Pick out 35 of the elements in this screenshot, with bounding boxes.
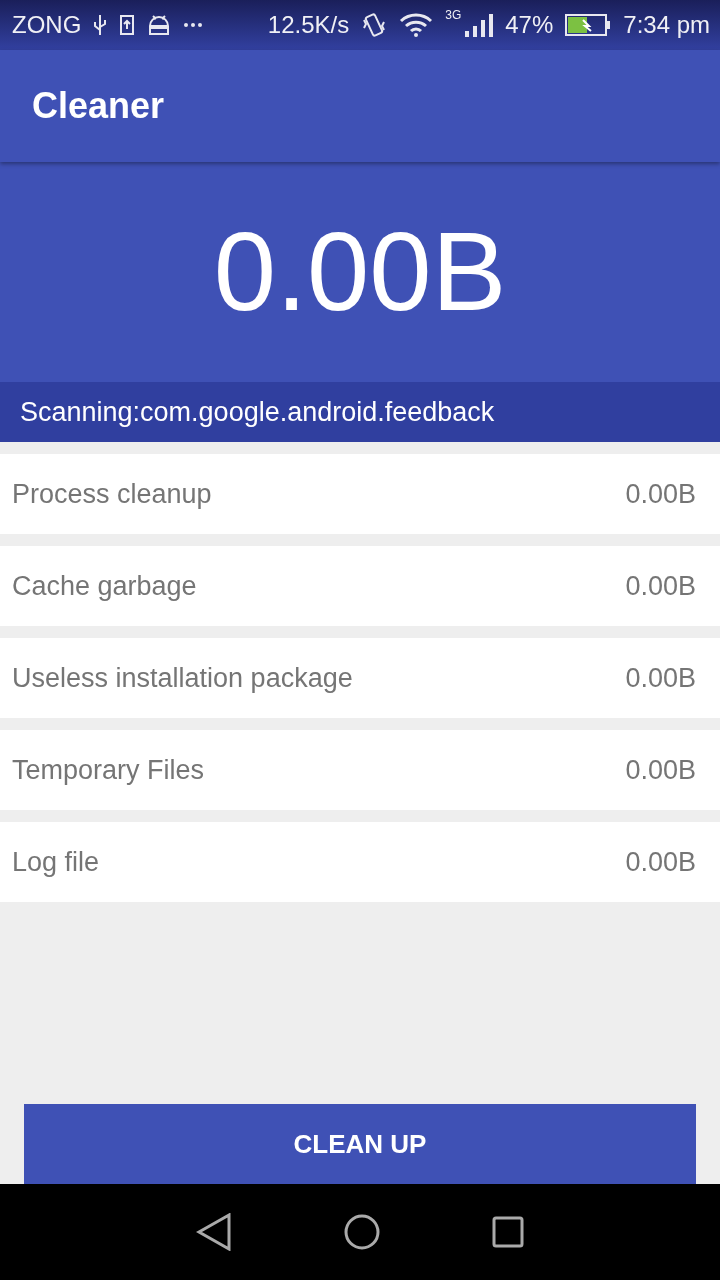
clock-time: 7:34 pm <box>623 11 710 39</box>
list-row[interactable]: Temporary Files 0.00B <box>0 730 720 810</box>
item-size: 0.00B <box>625 478 696 510</box>
list-row[interactable]: Useless installation package 0.00B <box>0 638 720 718</box>
more-icon <box>183 22 204 28</box>
item-size: 0.00B <box>625 754 696 786</box>
item-label: Useless installation package <box>12 662 353 694</box>
battery-icon <box>565 14 612 36</box>
item-label: Cache garbage <box>12 570 197 602</box>
vibrate-icon <box>361 12 388 38</box>
item-label: Log file <box>12 846 100 878</box>
network-type: 3G <box>445 8 462 22</box>
item-size: 0.00B <box>625 570 696 602</box>
list-row[interactable]: Cache garbage 0.00B <box>0 546 720 626</box>
back-icon[interactable] <box>196 1213 232 1251</box>
recents-icon[interactable] <box>492 1216 524 1248</box>
item-size: 0.00B <box>625 846 696 878</box>
android-icon <box>147 14 172 36</box>
scanning-status: Scanning:com.google.android.feedback <box>0 382 720 442</box>
item-label: Process cleanup <box>12 478 212 510</box>
wifi-icon <box>399 13 434 37</box>
network-speed: 12.5K/s <box>267 11 350 39</box>
carrier-name: ZONG <box>12 11 82 39</box>
list-row[interactable]: Log file 0.00B <box>0 822 720 902</box>
home-icon[interactable] <box>344 1214 380 1250</box>
battery-percent: 47% <box>505 11 554 39</box>
upload-icon <box>119 14 136 36</box>
usb-icon <box>93 14 108 36</box>
list-row[interactable]: Process cleanup 0.00B <box>0 454 720 534</box>
clean-up-button[interactable]: CLEAN UP <box>24 1104 696 1184</box>
app-title: Cleaner <box>32 85 165 127</box>
signal-icon <box>463 13 494 37</box>
item-size: 0.00B <box>625 662 696 694</box>
item-label: Temporary Files <box>12 754 205 786</box>
total-size: 0.00B <box>213 216 507 328</box>
